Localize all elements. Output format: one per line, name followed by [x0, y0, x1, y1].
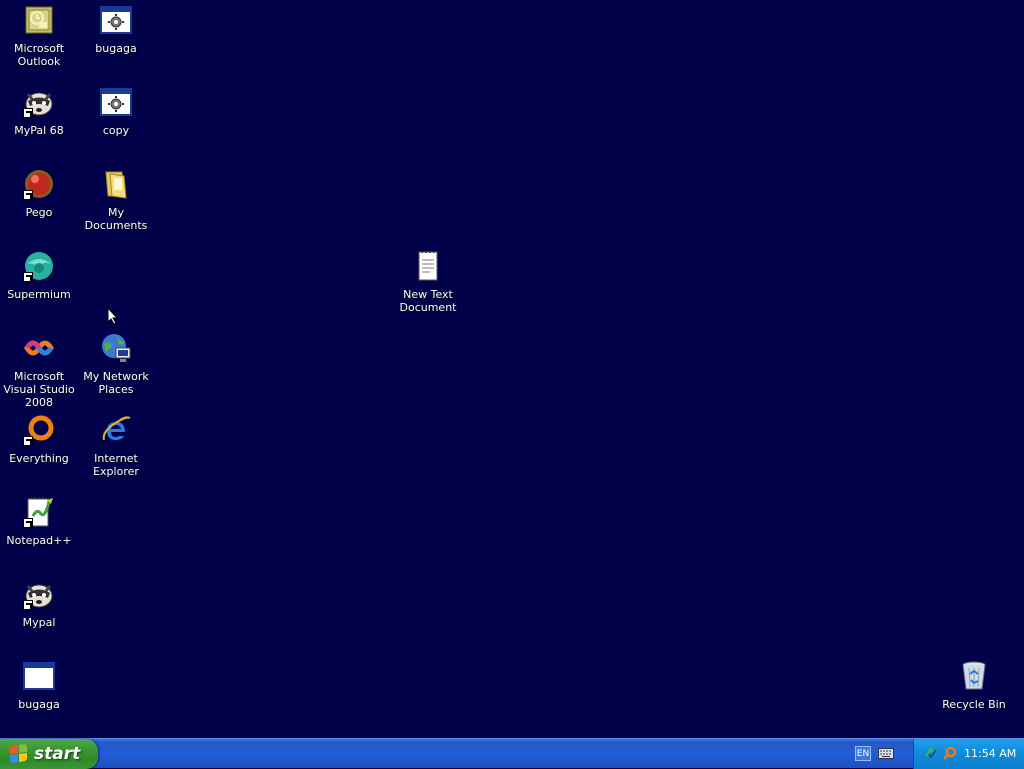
- icon-label: Microsoft Visual Studio 2008: [3, 370, 75, 409]
- icon-label: Internet Explorer: [93, 452, 139, 478]
- desktop-icon-my-network-places[interactable]: My Network Places: [77, 330, 155, 402]
- taskbar: start EN 11:54 AM: [0, 738, 1024, 769]
- shortcut-arrow-icon: [23, 436, 33, 446]
- desktop-icon-supermium[interactable]: Supermium: [0, 248, 78, 320]
- desktop-icon-visual-studio-2008[interactable]: Microsoft Visual Studio 2008: [0, 330, 78, 409]
- raccoon-icon: [23, 578, 55, 610]
- icon-label: Recycle Bin: [942, 698, 1006, 711]
- icon-label: My Documents: [84, 206, 148, 232]
- notepad-plus-plus-icon: [23, 496, 55, 528]
- icon-label: My Network Places: [83, 370, 149, 396]
- icon-label: Notepad++: [6, 534, 72, 547]
- icon-label: Supermium: [7, 288, 71, 301]
- outlook-icon: [23, 4, 55, 36]
- desktop-icon-bugaga-2[interactable]: bugaga: [0, 658, 78, 730]
- network-places-icon: [100, 332, 132, 364]
- keyboard-icon[interactable]: [878, 748, 894, 759]
- mouse-cursor-icon: [107, 306, 119, 325]
- desktop-icon-microsoft-outlook[interactable]: Microsoft Outlook: [0, 2, 78, 74]
- window-gear-icon: [100, 86, 132, 118]
- visual-studio-icon: [23, 332, 55, 364]
- language-indicator[interactable]: EN: [855, 746, 871, 761]
- start-button[interactable]: start: [0, 739, 98, 769]
- desktop-icon-copy[interactable]: copy: [77, 84, 155, 156]
- shortcut-arrow-icon: [23, 108, 33, 118]
- desktop-icon-internet-explorer[interactable]: Internet Explorer: [77, 412, 155, 484]
- icon-label: bugaga: [95, 42, 137, 55]
- recycle-bin-icon: [958, 660, 990, 692]
- desktop-icon-everything[interactable]: Everything: [0, 412, 78, 484]
- desktop-icon-bugaga[interactable]: bugaga: [77, 2, 155, 74]
- icon-label: Everything: [9, 452, 69, 465]
- desktop-icon-mypal-68[interactable]: MyPal 68: [0, 84, 78, 156]
- icon-label: copy: [102, 124, 130, 137]
- icon-label: MyPal 68: [14, 124, 64, 137]
- internet-explorer-icon: [100, 414, 132, 446]
- shortcut-arrow-icon: [23, 518, 33, 528]
- text-document-icon: [412, 250, 444, 282]
- icon-label: Pego: [25, 206, 53, 219]
- desktop[interactable]: Microsoft Outlook bugaga MyPal 68 copy P…: [0, 0, 1024, 738]
- icon-label: New Text Document: [399, 288, 457, 314]
- system-tray: 11:54 AM: [913, 739, 1024, 769]
- supermium-icon: [23, 250, 55, 282]
- icon-label: bugaga: [18, 698, 60, 711]
- desktop-icon-new-text-document[interactable]: New Text Document: [389, 248, 467, 320]
- shortcut-arrow-icon: [23, 190, 33, 200]
- clock[interactable]: 11:54 AM: [964, 747, 1016, 760]
- blank-window-icon: [23, 660, 55, 692]
- window-gear-icon: [100, 4, 132, 36]
- desktop-icon-recycle-bin[interactable]: Recycle Bin: [935, 658, 1013, 730]
- desktop-icon-mypal[interactable]: Mypal: [0, 576, 78, 648]
- search-icon[interactable]: [943, 746, 957, 760]
- raccoon-icon: [23, 86, 55, 118]
- desktop-icon-notepad-plus-plus[interactable]: Notepad++: [0, 494, 78, 566]
- desktop-icon-pego[interactable]: Pego: [0, 166, 78, 238]
- windows-logo-icon: [10, 743, 28, 765]
- shortcut-arrow-icon: [23, 272, 33, 282]
- network-arrows-icon[interactable]: [924, 746, 938, 760]
- shortcut-arrow-icon: [23, 600, 33, 610]
- desktop-icon-my-documents[interactable]: My Documents: [77, 166, 155, 238]
- icon-label: Mypal: [22, 616, 56, 629]
- start-label: start: [34, 744, 81, 764]
- folder-icon: [100, 168, 132, 200]
- icon-label: Microsoft Outlook: [13, 42, 65, 68]
- everything-search-icon: [23, 414, 55, 446]
- red-ball-icon: [23, 168, 55, 200]
